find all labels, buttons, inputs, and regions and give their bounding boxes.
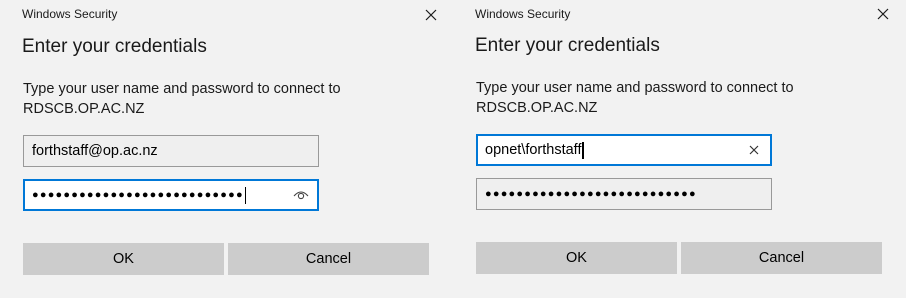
close-icon	[877, 8, 889, 20]
username-value: opnet\forthstaff	[485, 142, 582, 158]
cancel-button[interactable]: Cancel	[228, 243, 429, 275]
window-title: Windows Security	[475, 7, 571, 21]
close-button[interactable]	[874, 5, 892, 23]
text-caret	[244, 186, 247, 204]
credentials-dialog-right: Windows Security Enter your credentials …	[453, 0, 906, 298]
text-caret	[582, 141, 584, 159]
password-mask: ●●●●●●●●●●●●●●●●●●●●●●●●●●●	[485, 187, 697, 200]
password-field[interactable]: ●●●●●●●●●●●●●●●●●●●●●●●●●●●	[23, 179, 319, 211]
dialog-heading: Enter your credentials	[22, 36, 207, 57]
close-button[interactable]	[422, 6, 440, 24]
window-title: Windows Security	[22, 7, 118, 21]
clear-text-button[interactable]	[746, 142, 762, 158]
username-value: forthstaff@op.ac.nz	[32, 143, 158, 159]
ok-button[interactable]: OK	[476, 242, 677, 274]
connection-prompt: Type your user name and password to conn…	[476, 80, 794, 116]
username-field[interactable]: forthstaff@op.ac.nz	[23, 135, 319, 167]
close-icon	[425, 9, 437, 21]
cancel-button[interactable]: Cancel	[681, 242, 882, 274]
eye-icon	[293, 191, 309, 200]
dialog-heading: Enter your credentials	[475, 35, 660, 56]
reveal-password-button[interactable]	[293, 187, 309, 203]
password-field[interactable]: ●●●●●●●●●●●●●●●●●●●●●●●●●●●	[476, 178, 772, 210]
ok-button[interactable]: OK	[23, 243, 224, 275]
clear-x-icon	[749, 145, 759, 155]
connection-prompt: Type your user name and password to conn…	[23, 81, 341, 117]
username-field[interactable]: opnet\forthstaff	[476, 134, 772, 166]
password-mask: ●●●●●●●●●●●●●●●●●●●●●●●●●●●	[32, 188, 244, 201]
credentials-dialog-left: Windows Security Enter your credentials …	[0, 0, 453, 298]
